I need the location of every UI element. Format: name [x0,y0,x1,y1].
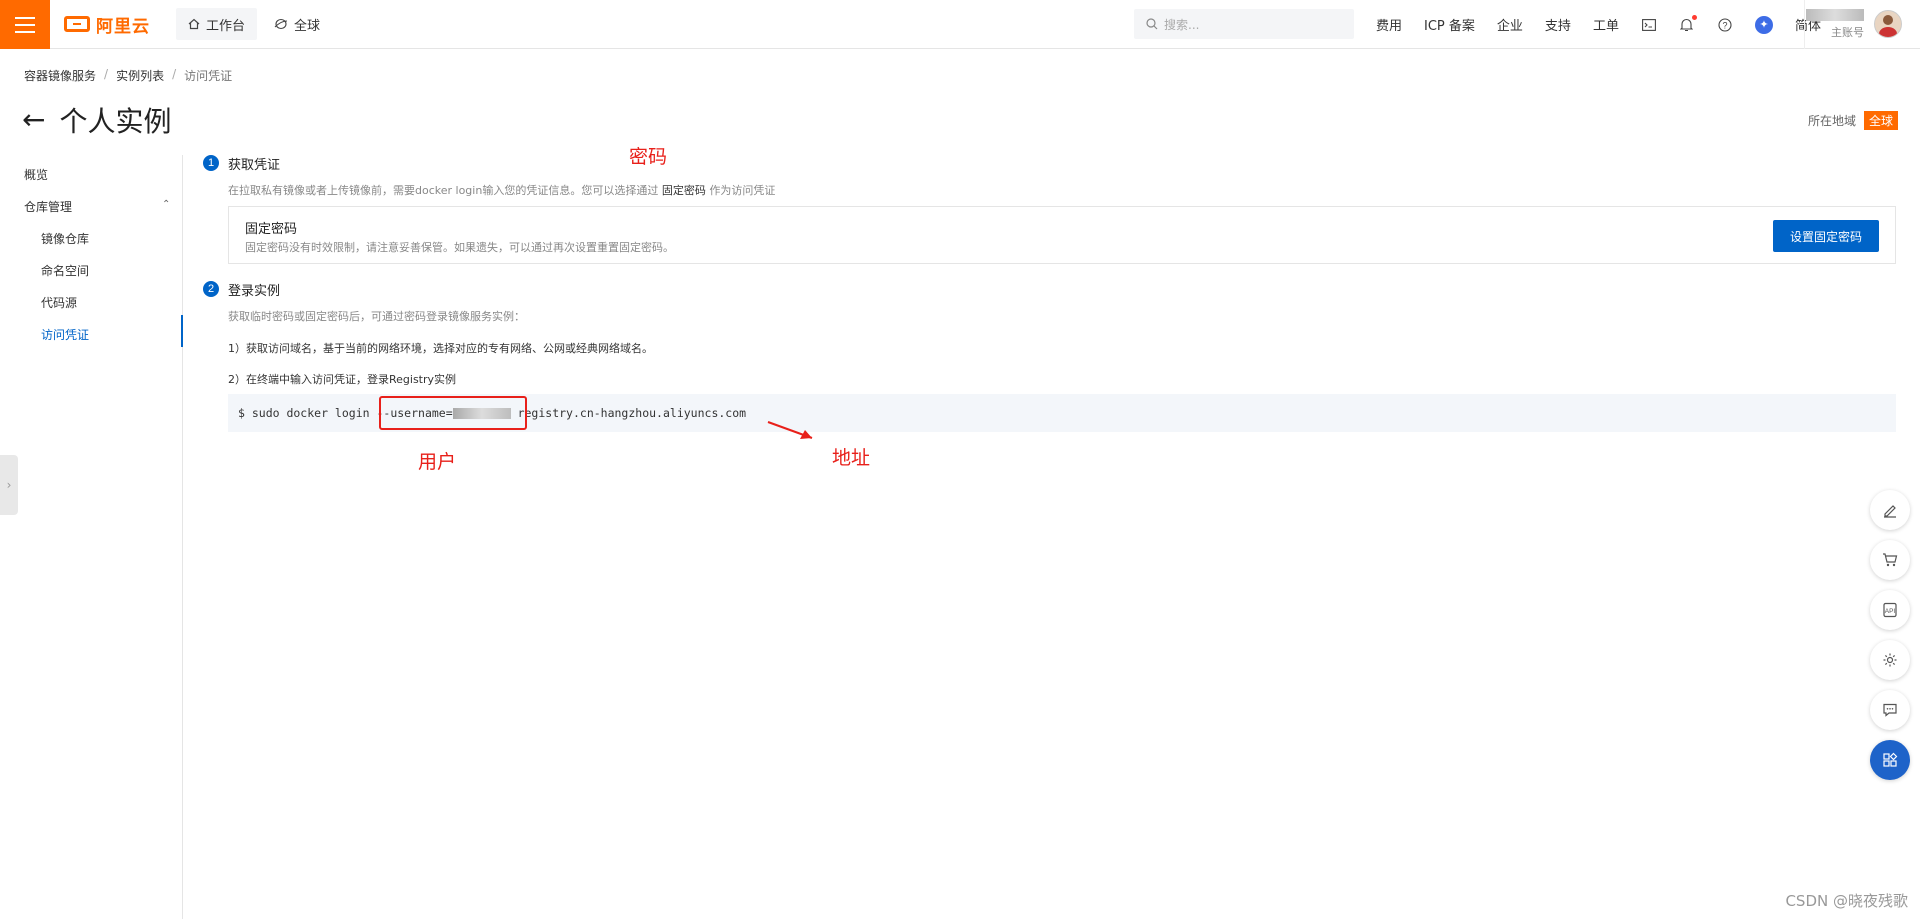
annotation-user: 用户 [418,451,457,473]
breadcrumb-item-acr[interactable]: 容器镜像服务 [24,67,96,84]
region-indicator: 所在地域 全球 [1808,111,1898,130]
top-bar: 阿里云 工作台 全球 搜索... 费用 ICP 备案 企业 支持 工单 ? ✦ … [0,0,1920,49]
step2-description: 获取临时密码或固定密码后，可通过密码登录镜像服务实例： [228,310,525,323]
search-icon [1146,18,1158,30]
user-menu[interactable]: 主账号 [1806,6,1902,42]
step-title-credentials: 获取凭证 [228,158,281,173]
home-icon [188,18,200,30]
aliyun-logo[interactable]: 阿里云 [64,12,150,37]
menu-icon[interactable] [0,0,50,49]
step-title-login: 登录实例 [228,284,281,299]
breadcrumb-separator: / [104,67,109,81]
edit-icon[interactable] [1870,490,1910,530]
apps-grid-icon[interactable] [1870,740,1910,780]
sidebar-item-image-repos[interactable]: 镜像仓库 [41,230,89,247]
search-input[interactable]: 搜索... [1134,9,1354,39]
region-badge: 全球 [1863,111,1898,130]
annotation-arrow-icon [767,421,813,439]
sidebar-item-namespaces[interactable]: 命名空间 [41,262,89,279]
annotation-password: 密码 [629,146,668,168]
breadcrumb-separator: / [172,67,177,81]
sidebar-group-repo-management[interactable]: 仓库管理 [24,198,72,215]
card-description: 固定密码没有时效限制，请注意妥善保管。如果遗失，可以通过再次设置重置固定密码。 [245,241,674,254]
workbench-button[interactable]: 工作台 [176,8,258,40]
api-icon[interactable]: API [1870,590,1910,630]
notification-dot [1691,14,1697,20]
help-icon[interactable]: ? [1717,17,1733,33]
step1-desc-bold: 固定密码 [661,184,706,197]
terminal-icon[interactable] [1641,17,1657,33]
step1-desc-suffix: 作为访问凭证 [709,184,776,197]
chevron-up-icon[interactable]: ⌃ [162,199,170,210]
csdn-watermark: CSDN @晓夜残歌 [1785,892,1908,910]
side-nav: 概览 仓库管理 ⌃ 镜像仓库 命名空间 代码源 访问凭证 [0,155,183,919]
code-registry-address: registry.cn-hangzhou.aliyuncs.com [510,406,747,420]
link-enterprise[interactable]: 企业 [1497,15,1523,34]
link-icp[interactable]: ICP 备案 [1424,15,1475,34]
ai-assistant-icon[interactable]: ✦ [1754,15,1773,34]
fixed-password-card: 固定密码 固定密码没有时效限制，请注意妥善保管。如果遗失，可以通过再次设置重置固… [228,206,1896,264]
page-title: ← 个人实例 [22,100,171,140]
page-title-text: 个人实例 [59,105,172,138]
global-label: 全球 [294,18,321,34]
sidebar-item-overview[interactable]: 概览 [24,166,48,183]
bell-icon[interactable] [1679,14,1697,33]
region-label: 所在地域 [1807,114,1856,128]
step-number-1: 1 [203,155,219,171]
collapse-sidebar-handle[interactable]: › [0,455,18,515]
link-ticket[interactable]: 工单 [1593,15,1619,34]
logo-text: 阿里云 [96,16,150,37]
global-region-button[interactable]: 全球 [262,8,332,40]
step1-desc-prefix: 在拉取私有镜像或者上传镜像前，需要docker login输入您的凭证信息。您可… [228,184,659,197]
breadcrumb-item-current: 访问凭证 [184,69,233,83]
username-highlight-box [379,396,527,430]
topbar-divider [1804,0,1805,49]
workbench-label: 工作台 [206,18,246,34]
breadcrumb-item-instances[interactable]: 实例列表 [116,67,164,84]
link-billing[interactable]: 费用 [1376,15,1402,34]
top-links: 费用 ICP 备案 企业 支持 工单 ? ✦ 简体 [1376,0,1821,49]
chat-icon[interactable] [1870,690,1910,730]
cart-icon[interactable] [1870,540,1910,580]
active-indicator [181,315,183,347]
svg-text:API: API [1885,608,1896,615]
instruction-2: 2）在终端中输入访问凭证，登录Registry实例 [228,373,457,386]
card-title: 固定密码 [245,222,298,237]
breadcrumb: 容器镜像服务 / 实例列表 / 访问凭证 [24,67,232,84]
avatar[interactable] [1874,10,1902,38]
search-placeholder: 搜索... [1164,17,1200,32]
set-fixed-password-button[interactable]: 设置固定密码 [1773,220,1879,252]
back-arrow-icon[interactable]: ← [22,106,45,134]
step1-description: 在拉取私有镜像或者上传镜像前，需要docker login输入您的凭证信息。您可… [228,182,775,198]
account-type-label: 主账号 [1831,25,1864,39]
globe-icon [274,18,288,30]
sidebar-item-access-credentials[interactable]: 访问凭证 [41,326,89,343]
gear-icon[interactable] [1870,640,1910,680]
link-support[interactable]: 支持 [1545,15,1571,34]
step-number-2: 2 [203,281,219,297]
user-info: 主账号 [1806,8,1864,40]
aliyun-logo-icon [64,16,90,32]
instruction-1: 1）获取访问域名，基于当前的网络环境，选择对应的专有网络、公网或经典网络域名。 [228,342,653,355]
masked-username [1806,8,1864,21]
svg-text:?: ? [1722,20,1727,30]
sidebar-item-code-sources[interactable]: 代码源 [41,294,77,311]
annotation-address: 地址 [832,447,871,469]
code-prefix: $ sudo docker login [238,406,377,420]
